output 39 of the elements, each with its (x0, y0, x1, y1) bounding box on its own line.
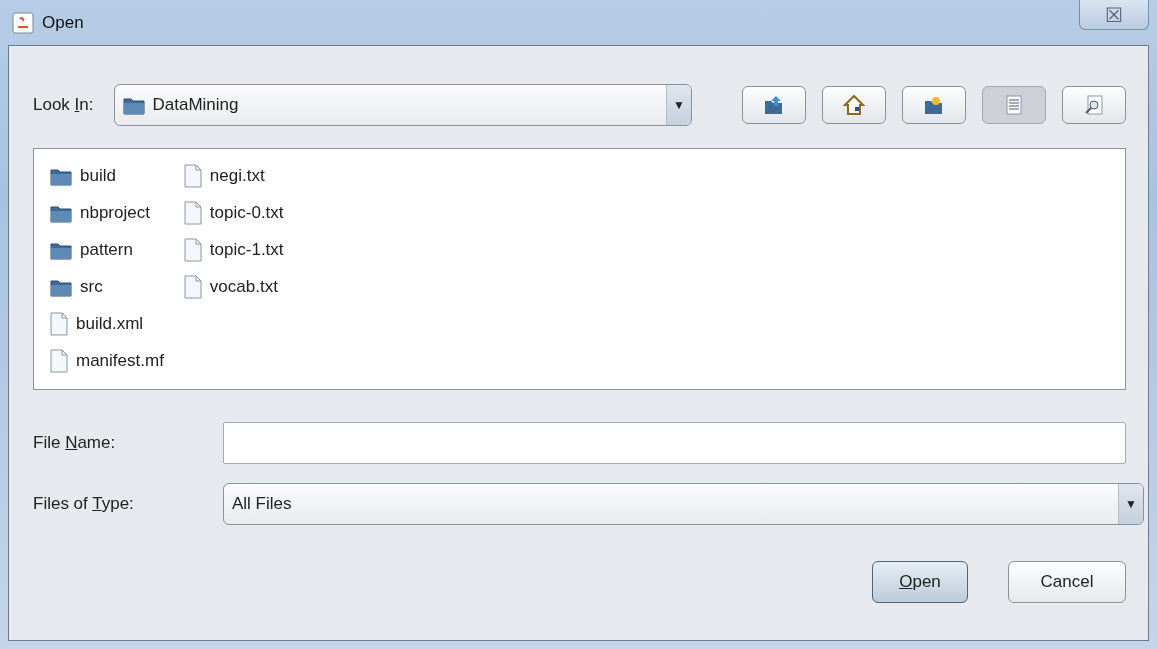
file-item[interactable]: negi.txt (209, 165, 265, 186)
file-type-dropdown[interactable]: All Files ▼ (223, 483, 1144, 525)
file-name-field[interactable] (223, 422, 1126, 464)
file-item[interactable]: manifest.mf (76, 350, 164, 371)
window-title: Open (42, 12, 84, 33)
details-view-icon (1083, 94, 1105, 116)
toolbar-button[interactable] (822, 86, 886, 124)
cancel-button[interactable]: Cancel (1008, 561, 1126, 603)
file-item[interactable]: topic-1.txt (209, 239, 284, 260)
file-item[interactable]: nbproject (80, 202, 150, 223)
home-icon (843, 94, 865, 116)
file-item[interactable]: build (80, 165, 116, 186)
file-item[interactable]: pattern (80, 239, 133, 260)
look-in-label: Look In: (33, 95, 94, 115)
toolbar-button[interactable] (902, 86, 966, 124)
document-icon (50, 348, 68, 373)
file-name-label: File Name: (33, 433, 117, 453)
toolbar-button[interactable] (1062, 86, 1126, 124)
look-in-value: DataMining (152, 95, 239, 115)
file-item[interactable]: topic-0.txt (209, 202, 284, 223)
document-icon (183, 237, 202, 262)
folder-up-icon (763, 94, 785, 116)
document-icon (183, 274, 202, 299)
file-type-value: All Files (232, 494, 292, 514)
document-icon (50, 311, 68, 336)
close-button[interactable]: ☒ (1079, 0, 1149, 30)
file-item[interactable]: vocab.txt (209, 276, 278, 297)
list-view-icon (1003, 94, 1025, 116)
file-item[interactable]: src (80, 276, 103, 297)
toolbar-button[interactable] (742, 86, 806, 124)
file-type-label: Files of Type: (33, 494, 135, 514)
look-in-dropdown[interactable]: DataMining ▼ (113, 84, 692, 126)
file-item[interactable]: build.xml (76, 313, 144, 334)
app-icon (12, 11, 34, 34)
new-folder-icon (923, 94, 945, 116)
open-button[interactable]: Open (872, 561, 968, 603)
folder-icon (122, 95, 145, 115)
document-icon (183, 163, 202, 188)
document-icon (183, 200, 202, 225)
